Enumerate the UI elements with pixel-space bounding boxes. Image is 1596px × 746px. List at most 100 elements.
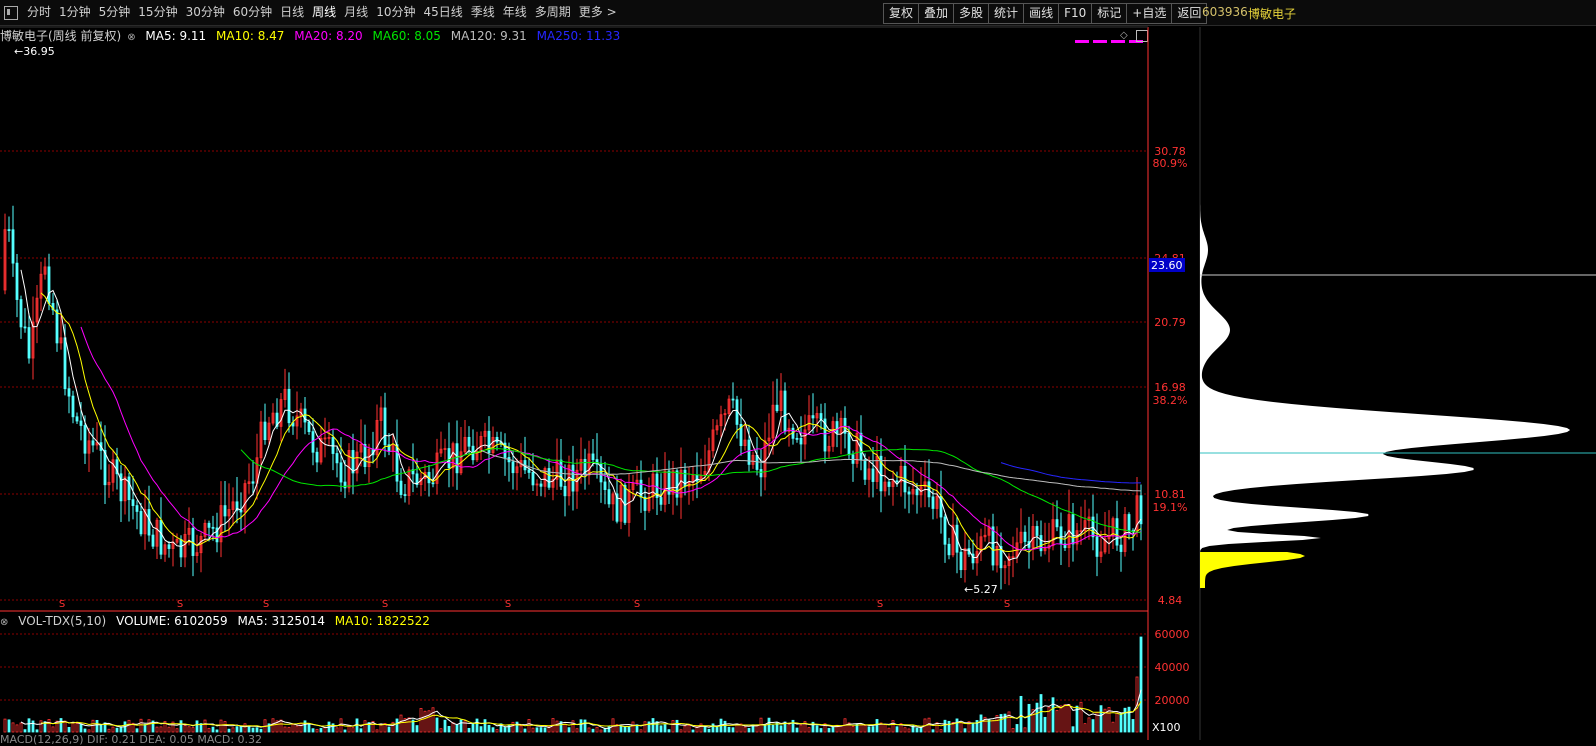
- candle-body: [1095, 536, 1099, 557]
- volume-bar: [395, 718, 399, 733]
- volume-bar: [979, 714, 983, 733]
- candle-body: [835, 421, 839, 434]
- candle-body: [1035, 526, 1039, 536]
- candle-body: [151, 534, 155, 547]
- volume-bar: [815, 725, 819, 733]
- volume-bar: [87, 729, 91, 733]
- candle-body: [1119, 544, 1123, 552]
- volume-bar: [971, 722, 975, 733]
- volume-bar: [1091, 719, 1095, 733]
- volume-bar: [487, 724, 491, 733]
- candle-body: [79, 420, 83, 426]
- volume-bar: [591, 728, 595, 733]
- candlesticks: [3, 205, 1143, 590]
- candle-body: [943, 516, 947, 545]
- volume-bar: [239, 725, 243, 733]
- volume-bar: [1139, 636, 1143, 733]
- volume-bar: [155, 726, 159, 733]
- volume-bar: [223, 721, 227, 733]
- candle-body: [795, 437, 799, 440]
- volume-label: 40000: [1155, 661, 1190, 674]
- volume-bar: [287, 726, 291, 733]
- volume-bar: [807, 727, 811, 733]
- percent-label: 80.9%: [1153, 157, 1188, 170]
- volume-bar: [839, 725, 843, 733]
- volume-bar: [1015, 724, 1019, 733]
- volume-bar: [203, 719, 207, 733]
- signal-marker: S: [634, 599, 640, 610]
- volume-bar: [207, 727, 211, 733]
- volume-bar: [423, 710, 427, 733]
- volume-bar: [627, 726, 631, 733]
- candle-body: [139, 511, 143, 535]
- volume-bar: [483, 719, 487, 733]
- volume-bar: [127, 719, 131, 733]
- volume-bar: [619, 725, 623, 733]
- volume-bar: [235, 726, 239, 733]
- volume-bar: [819, 728, 823, 733]
- ma10-line: [40, 292, 1142, 553]
- candle-body: [223, 505, 227, 517]
- volume-bar: [747, 728, 751, 733]
- volume-bar: [19, 722, 23, 733]
- candle-body: [887, 481, 891, 487]
- volume-bar: [111, 726, 115, 733]
- volume-bar: [1119, 712, 1123, 733]
- kline-chart[interactable]: 30.7824.8120.7916.9810.814.8480.9%38.2%1…: [0, 0, 1596, 740]
- candle-body: [251, 481, 255, 484]
- candle-body: [1055, 519, 1059, 528]
- candle-body: [1023, 531, 1027, 542]
- candle-body: [103, 450, 107, 486]
- profile-area: [1200, 160, 1571, 552]
- volume-bar: [659, 725, 663, 733]
- volume-bar: [159, 726, 163, 733]
- volume-bar: [91, 719, 95, 733]
- volume-bar: [359, 728, 363, 733]
- volume-bar: [555, 720, 559, 733]
- volume-bar: [59, 718, 63, 733]
- volume-bar: [959, 722, 963, 733]
- volume-bar: [935, 722, 939, 733]
- volume-label: 60000: [1155, 628, 1190, 641]
- volume-bar: [779, 725, 783, 733]
- volume-bar: [47, 719, 51, 733]
- volume-bar: [895, 726, 899, 733]
- candle-body: [147, 509, 151, 536]
- candle-body: [11, 229, 15, 264]
- volume-bar: [667, 729, 671, 733]
- signal-marker: S: [59, 599, 65, 610]
- candle-body: [19, 299, 23, 328]
- candle-body: [1127, 514, 1131, 532]
- candle-body: [931, 496, 935, 509]
- volume-bar: [95, 719, 99, 733]
- volume-bar: [663, 724, 667, 733]
- candle-body: [603, 481, 607, 491]
- volume-bar: [1023, 727, 1027, 733]
- candle-body: [811, 415, 815, 419]
- volume-bar: [671, 720, 675, 733]
- volume-bar: [3, 718, 7, 733]
- volume-bar: [791, 719, 795, 733]
- volume-bar: [375, 729, 379, 733]
- candle-body: [819, 413, 823, 420]
- volume-bar: [539, 727, 543, 733]
- volume-bar: [763, 725, 767, 733]
- volume-bar: [183, 724, 187, 733]
- volume-bar: [883, 724, 887, 733]
- volume-bar: [1011, 728, 1015, 733]
- candle-body: [571, 464, 575, 492]
- volume-bar: [447, 725, 451, 733]
- volume-bar: [863, 725, 867, 733]
- volume-bar: [867, 726, 871, 733]
- volume-bar: [307, 723, 311, 733]
- volume-bar: [851, 725, 855, 733]
- volume-bar: [955, 718, 959, 733]
- volume-bar: [75, 723, 79, 733]
- volume-bar: [335, 727, 339, 733]
- candle-body: [131, 499, 135, 506]
- candle-body: [847, 432, 851, 456]
- candle-body: [23, 326, 27, 329]
- volume-bar: [1035, 702, 1039, 733]
- volume-bar: [115, 727, 119, 733]
- volume-bar: [1063, 704, 1067, 733]
